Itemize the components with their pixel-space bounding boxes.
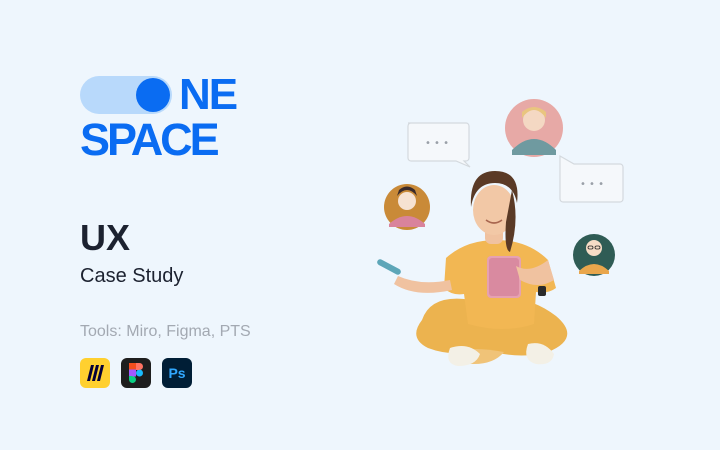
person-illustration: • • • • • • xyxy=(377,99,624,366)
chat-bubble-left-dots: • • • xyxy=(425,138,449,149)
onespace-logo: NE SPACE xyxy=(80,70,250,166)
chat-bubble-left: • • • xyxy=(407,122,471,168)
chat-bubble-right: • • • xyxy=(559,154,624,203)
avatar-right xyxy=(573,234,615,276)
tools-text: Tools: Miro, Figma, PTS xyxy=(80,323,251,340)
miro-icon xyxy=(80,358,110,388)
photoshop-icon: Ps xyxy=(162,358,192,388)
logo-toggle-knob xyxy=(136,78,170,112)
page-title: UX xyxy=(80,217,131,258)
avatar-left xyxy=(384,184,430,230)
page-subtitle: Case Study xyxy=(80,265,184,287)
logo-text-space: SPACE xyxy=(80,114,220,165)
tool-icons-row: Ps xyxy=(80,358,192,388)
figma-icon xyxy=(121,358,151,388)
avatar-top xyxy=(505,99,563,157)
logo-text-ne: NE xyxy=(179,70,238,119)
cover-canvas: NE SPACE UX Case Study Tools: Miro, Figm… xyxy=(0,0,720,450)
chat-bubble-right-dots: • • • xyxy=(580,179,604,190)
